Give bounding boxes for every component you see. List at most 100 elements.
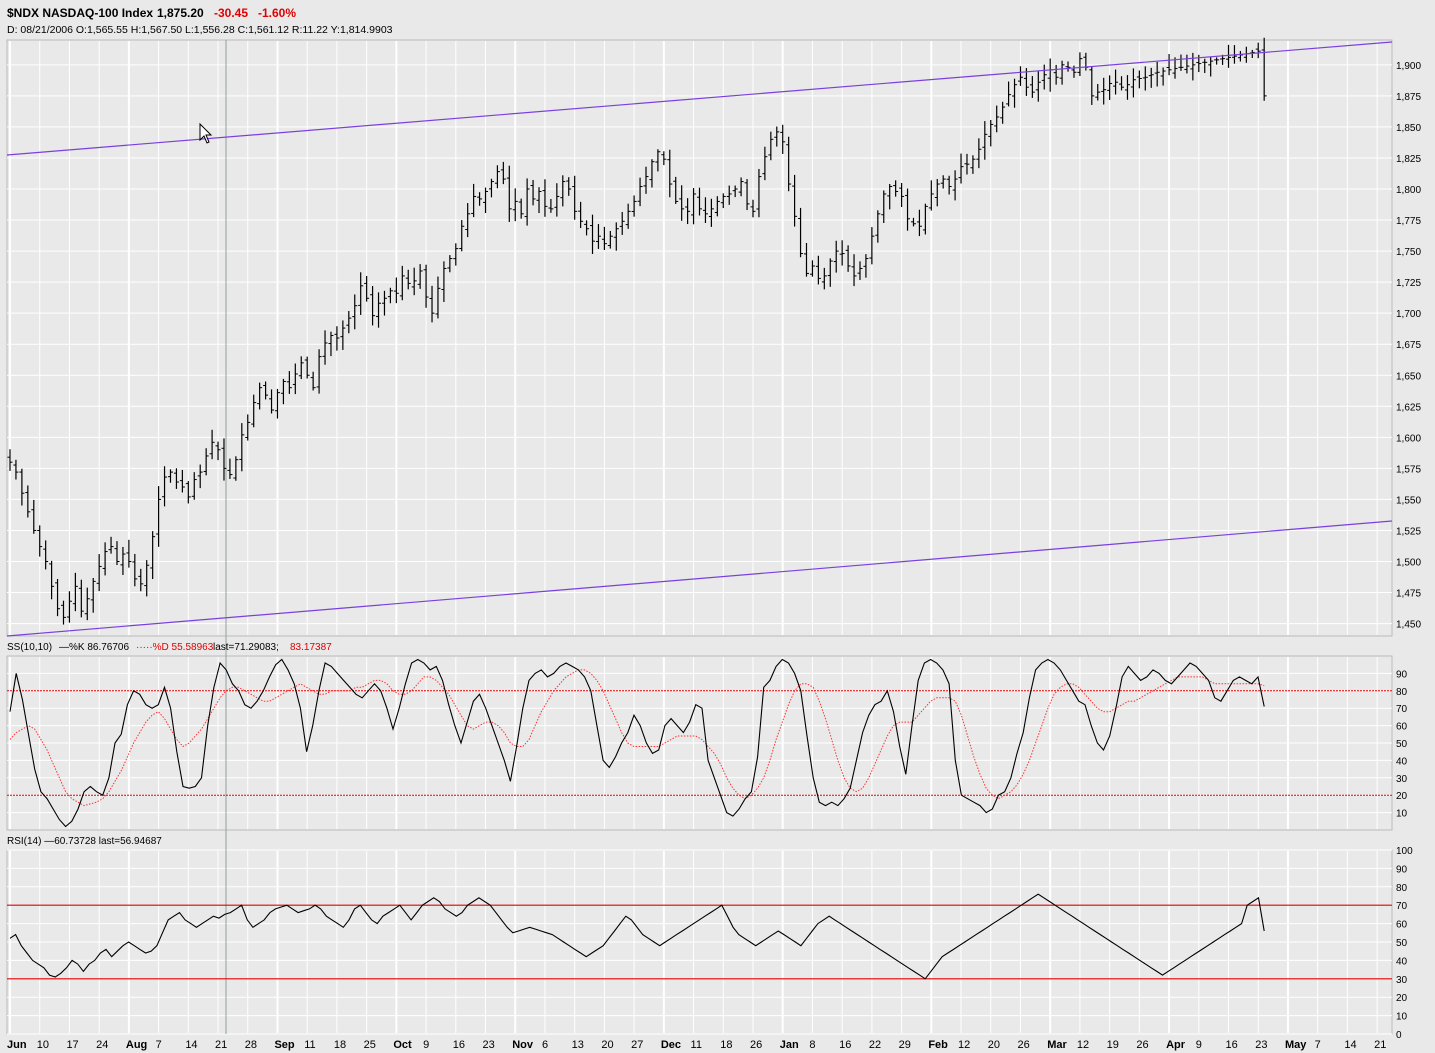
rsi-y-tick-label: 30 xyxy=(1396,975,1408,986)
rsi-legend: RSI(14) —60.73728 last=56.94687 xyxy=(7,836,162,847)
rsi-y-tick-label: 70 xyxy=(1396,901,1408,912)
price-y-tick-label: 1,600 xyxy=(1396,433,1421,444)
date-x-tick-label: 29 xyxy=(899,1039,911,1051)
date-x-tick-label: 6 xyxy=(542,1039,548,1051)
stock-chart-canvas: $NDX NASDAQ-100 Index 1,875.20 -30.45 -1… xyxy=(0,0,1435,1053)
date-x-tick-label: 16 xyxy=(453,1039,465,1051)
date-x-tick-label: 14 xyxy=(1344,1039,1356,1051)
date-x-tick-label: 8 xyxy=(809,1039,815,1051)
stochastic-y-tick-label: 10 xyxy=(1396,809,1408,820)
price-y-tick-label: 1,475 xyxy=(1396,589,1421,600)
price-y-tick-label: 1,575 xyxy=(1396,464,1421,475)
stochastic-y-tick-label: 60 xyxy=(1396,722,1408,733)
date-x-tick-label: 7 xyxy=(1315,1039,1321,1051)
stochastic-y-tick-label: 90 xyxy=(1396,669,1408,680)
date-x-tick-label: 25 xyxy=(364,1039,376,1051)
rsi-y-tick-label: 40 xyxy=(1396,956,1408,967)
price-y-tick-label: 1,625 xyxy=(1396,402,1421,413)
price-y-tick-label: 1,900 xyxy=(1396,61,1421,72)
last-price: 1,875.20 xyxy=(157,6,204,20)
rsi-y-tick-label: 50 xyxy=(1396,938,1408,949)
price-panel[interactable] xyxy=(6,39,1393,637)
stochastic-y-tick-label: 80 xyxy=(1396,687,1408,698)
date-x-tick-label: 20 xyxy=(988,1039,1000,1051)
price-y-tick-label: 1,550 xyxy=(1396,495,1421,506)
date-x-tick-label: Oct xyxy=(393,1039,412,1051)
price-y-tick-label: 1,700 xyxy=(1396,309,1421,320)
stoch-legend-last-a: last=71.29083; xyxy=(213,642,279,653)
date-x-tick-label: 9 xyxy=(423,1039,429,1051)
date-x-tick-label: 28 xyxy=(245,1039,257,1051)
date-x-tick-label: Sep xyxy=(274,1039,294,1051)
date-x-tick-label: 22 xyxy=(869,1039,881,1051)
price-change: -30.45 xyxy=(214,6,248,20)
price-y-tick-label: 1,800 xyxy=(1396,185,1421,196)
date-x-tick-label: 23 xyxy=(1255,1039,1267,1051)
rsi-y-tick-label: 90 xyxy=(1396,864,1408,875)
rsi-y-tick-label: 10 xyxy=(1396,1012,1408,1023)
date-x-tick-label: Nov xyxy=(512,1039,534,1051)
price-change-pct: -1.60% xyxy=(258,6,296,20)
price-y-tick-label: 1,850 xyxy=(1396,123,1421,134)
date-x-tick-label: 12 xyxy=(958,1039,970,1051)
stochastic-y-tick-label: 40 xyxy=(1396,756,1408,767)
date-x-tick-label: 23 xyxy=(483,1039,495,1051)
price-y-tick-label: 1,650 xyxy=(1396,371,1421,382)
date-x-tick-label: Jun xyxy=(7,1039,27,1051)
date-x-tick-label: 16 xyxy=(1226,1039,1238,1051)
price-y-tick-label: 1,525 xyxy=(1396,526,1421,537)
symbol-title: $NDX NASDAQ-100 Index xyxy=(7,6,153,20)
date-x-tick-label: 26 xyxy=(1136,1039,1148,1051)
date-x-tick-label: 18 xyxy=(720,1039,732,1051)
date-x-tick-label: 27 xyxy=(631,1039,643,1051)
date-x-tick-label: Apr xyxy=(1166,1039,1186,1051)
date-x-tick-label: 9 xyxy=(1196,1039,1202,1051)
price-y-tick-label: 1,725 xyxy=(1396,278,1421,289)
date-x-tick-label: 16 xyxy=(839,1039,851,1051)
price-y-tick-label: 1,500 xyxy=(1396,558,1421,569)
date-x-tick-label: 24 xyxy=(96,1039,108,1051)
stochastic-y-tick-label: 70 xyxy=(1396,704,1408,715)
rsi-y-tick-label: 60 xyxy=(1396,920,1408,931)
date-x-tick-label: 18 xyxy=(334,1039,346,1051)
price-y-tick-label: 1,450 xyxy=(1396,620,1421,631)
date-x-tick-label: 13 xyxy=(572,1039,584,1051)
stochastic-y-tick-label: 50 xyxy=(1396,739,1408,750)
stochastic-y-tick-label: 30 xyxy=(1396,774,1408,785)
date-x-tick-label: Jan xyxy=(780,1039,799,1051)
price-y-tick-label: 1,825 xyxy=(1396,154,1421,165)
date-x-tick-label: Feb xyxy=(928,1039,948,1051)
date-x-tick-label: 19 xyxy=(1107,1039,1119,1051)
date-x-tick-label: 12 xyxy=(1077,1039,1089,1051)
date-x-tick-label: Aug xyxy=(126,1039,147,1051)
date-x-tick-label: 26 xyxy=(1017,1039,1029,1051)
stoch-legend-last-b: 83.17387 xyxy=(290,642,332,653)
date-x-tick-label: 10 xyxy=(37,1039,49,1051)
stochastic-y-axis: 10 20 30 40 50 60 70 80 90 xyxy=(1396,669,1408,819)
date-x-tick-label: 21 xyxy=(1374,1039,1386,1051)
date-x-tick-label: 21 xyxy=(215,1039,227,1051)
stoch-legend-d: ·····%D 55.58963 xyxy=(136,642,214,653)
price-y-tick-label: 1,875 xyxy=(1396,92,1421,103)
stoch-legend-prefix: SS(10,10) xyxy=(7,642,52,653)
date-x-tick-label: 26 xyxy=(750,1039,762,1051)
date-x-tick-label: 17 xyxy=(66,1039,78,1051)
date-x-tick-label: Dec xyxy=(661,1039,681,1051)
date-x-tick-label: 20 xyxy=(601,1039,613,1051)
price-y-tick-label: 1,775 xyxy=(1396,216,1421,227)
stoch-legend-k: —%K 86.76706 xyxy=(59,642,129,653)
date-x-tick-label: 11 xyxy=(691,1039,702,1051)
price-y-tick-label: 1,750 xyxy=(1396,247,1421,258)
price-y-tick-label: 1,675 xyxy=(1396,340,1421,351)
stochastic-y-tick-label: 20 xyxy=(1396,791,1408,802)
date-x-tick-label: Mar xyxy=(1047,1039,1067,1051)
date-x-tick-label: 11 xyxy=(304,1039,315,1051)
date-x-tick-label: May xyxy=(1285,1039,1307,1051)
ohlc-readout: D: 08/21/2006 O:1,565.55 H:1,567.50 L:1,… xyxy=(7,24,393,36)
date-x-tick-label: 7 xyxy=(156,1039,162,1051)
rsi-y-tick-label: 20 xyxy=(1396,993,1408,1004)
date-x-tick-label: 14 xyxy=(185,1039,197,1051)
rsi-y-tick-label: 80 xyxy=(1396,883,1408,894)
rsi-y-tick-label: 0 xyxy=(1396,1030,1402,1041)
rsi-y-tick-label: 100 xyxy=(1396,846,1413,857)
